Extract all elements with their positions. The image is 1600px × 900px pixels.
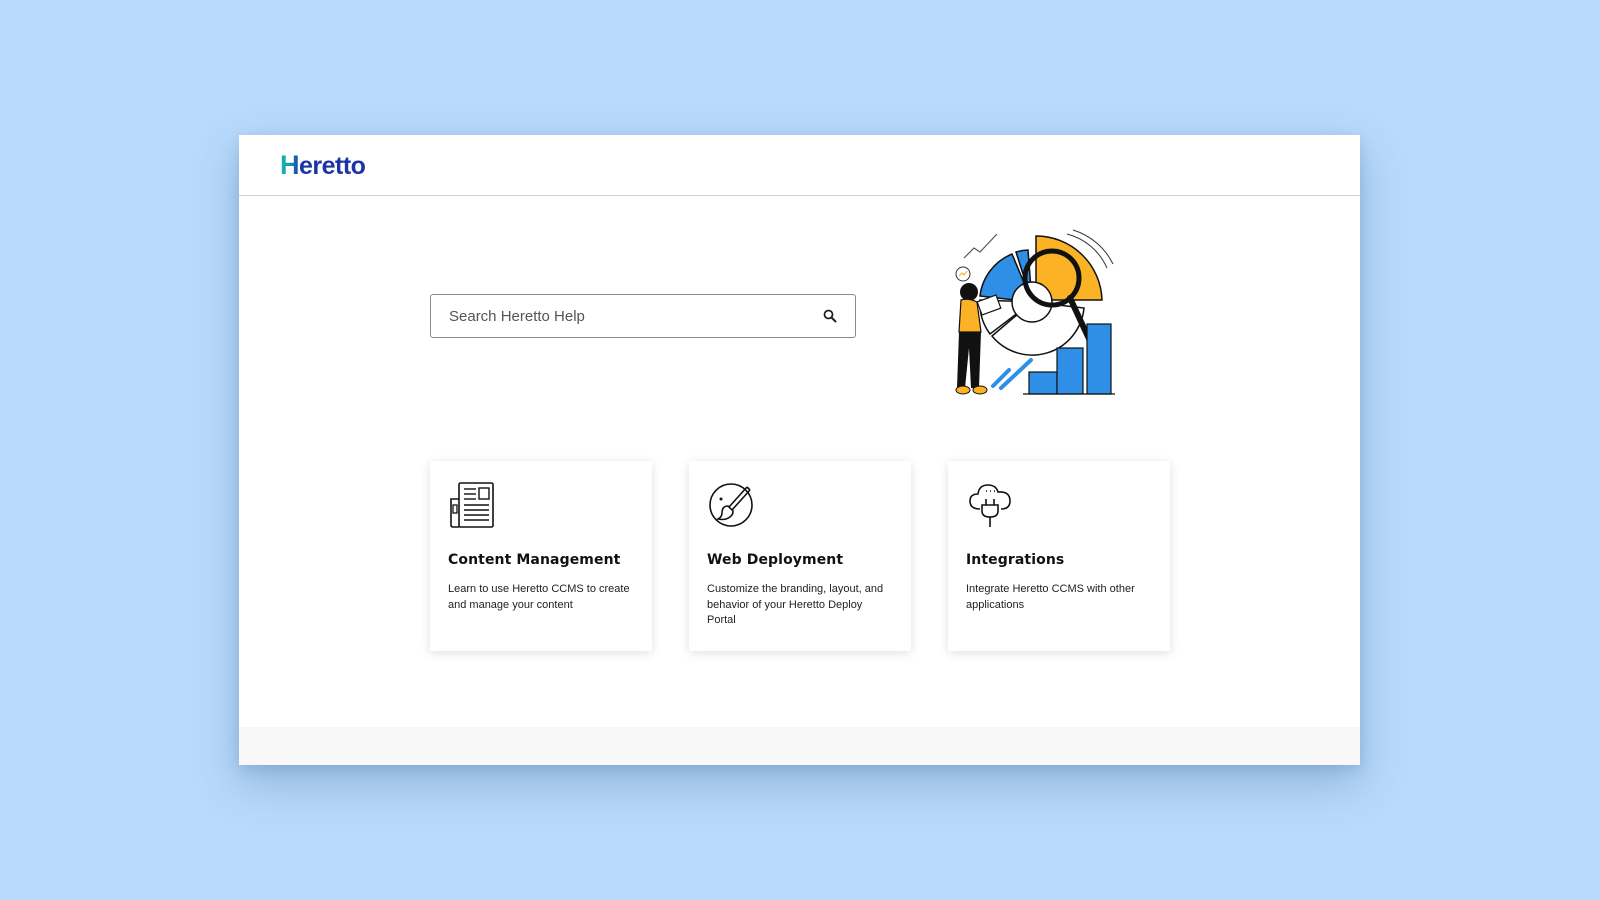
search-button[interactable]: [819, 305, 841, 327]
cloud-plug-icon: [969, 484, 1011, 527]
category-cards: Content Management Learn to use Heretto …: [430, 461, 1170, 651]
card-content-management[interactable]: Content Management Learn to use Heretto …: [430, 461, 652, 651]
search-icon: [823, 309, 837, 323]
newspaper-icon: [450, 482, 494, 528]
card-title: Web Deployment: [707, 552, 844, 568]
card-description: Integrate Heretto CCMS with other applic…: [966, 583, 1135, 611]
logo-text: eretto: [299, 151, 366, 180]
logo-initial: H: [280, 149, 300, 180]
card-description: Customize the branding, layout, and beha…: [707, 583, 884, 626]
app-window: Heretto Search Heretto Help Content Mana…: [239, 135, 1360, 765]
card-integrations[interactable]: Integrations Integrate Heretto CCMS with…: [948, 461, 1170, 651]
search-bar: [430, 294, 856, 338]
footer: [239, 727, 1360, 765]
search-input[interactable]: [449, 307, 819, 325]
paint-brush-palette-icon: [709, 483, 753, 527]
card-title: Integrations: [966, 552, 1065, 568]
heretto-logo[interactable]: Heretto: [280, 149, 366, 180]
card-description: Learn to use Heretto CCMS to create and …: [448, 583, 630, 611]
card-title: Content Management: [448, 552, 621, 568]
top-header: Heretto: [239, 135, 1360, 196]
data-analysis-illustration: [955, 229, 1115, 395]
card-web-deployment[interactable]: Web Deployment Customize the branding, l…: [689, 461, 911, 651]
